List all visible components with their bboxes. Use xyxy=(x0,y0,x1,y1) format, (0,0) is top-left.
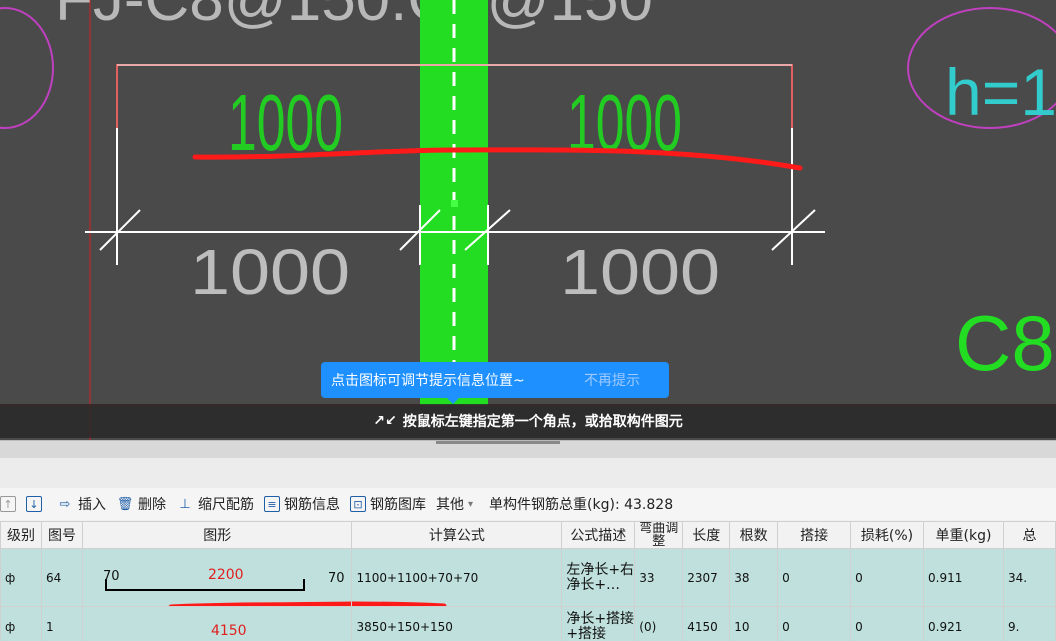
scale-label: 缩尺配筋 xyxy=(198,497,254,513)
chevron-down-icon: ▾ xyxy=(468,498,474,510)
panel-splitter[interactable] xyxy=(0,440,1056,458)
dim-tick xyxy=(771,209,816,251)
splitter-grip[interactable] xyxy=(436,441,560,444)
cell-count[interactable]: 38 xyxy=(729,548,779,607)
other-dropdown[interactable]: 其他 ▾ xyxy=(436,494,473,514)
trash-icon: 🗑 xyxy=(116,496,134,512)
col-header[interactable]: 根数 xyxy=(729,521,779,549)
cell-desc[interactable]: 净长+搭接+搭接 xyxy=(561,606,636,641)
cad-canvas[interactable]: FJ-C8@150.C8@150 h=1 C8@ 1000 1000 1000 … xyxy=(0,0,1056,440)
command-prompt: ↗↙ 按鼠标左键指定第一个角点，或拾取构件图元 xyxy=(0,404,1056,438)
table-row[interactable]: ф 1 4150 3850+150+150 净长+搭接+搭接 (0) 4150 … xyxy=(0,606,1056,641)
tip-text: 点击图标可调节提示信息位置~ xyxy=(331,373,525,389)
shape-mid-dim[interactable]: 4150 xyxy=(211,623,247,639)
rebar-library-button[interactable]: ⊡ 钢筋图库 xyxy=(350,494,426,514)
library-icon: ⊡ xyxy=(350,496,366,512)
col-header[interactable]: 公式描述 xyxy=(561,521,636,549)
prompt-text: 按鼠标左键指定第一个角点，或拾取构件图元 xyxy=(402,414,683,430)
delete-button[interactable]: 🗑 删除 xyxy=(116,494,166,514)
col-header[interactable]: 总 xyxy=(1002,521,1056,549)
dim-tick xyxy=(99,209,141,251)
cell-shape[interactable]: 4150 xyxy=(81,606,353,641)
annotation-underline xyxy=(352,601,447,606)
move-up-button[interactable]: ↑ xyxy=(0,496,20,512)
insert-icon: ⇨ xyxy=(59,496,71,512)
insert-label: 插入 xyxy=(78,497,106,513)
cell-unit-weight[interactable]: 0.921 xyxy=(923,606,1004,641)
rebar-info-button[interactable]: ≡ 钢筋信息 xyxy=(264,494,340,514)
cell-bend[interactable]: (0) xyxy=(634,606,684,641)
rebar-label-top: FJ-C8@150.C8@150 xyxy=(55,0,653,34)
cell-length[interactable]: 4150 xyxy=(682,606,731,641)
tip-bubble[interactable]: 点击图标可调节提示信息位置~ 不再提示 xyxy=(321,362,669,404)
panel-header xyxy=(0,458,1056,488)
other-label: 其他 xyxy=(436,497,464,513)
marker-ellipse-left xyxy=(0,7,54,129)
cell-count[interactable]: 10 xyxy=(729,606,779,641)
col-header[interactable]: 长度 xyxy=(682,521,731,549)
total-weight: 单构件钢筋总重(kg): 43.828 xyxy=(489,497,674,513)
cell-unit-weight[interactable]: 0.911 xyxy=(923,548,1004,607)
cell-lap[interactable]: 0 xyxy=(777,548,852,607)
cell-fig-no[interactable]: 64 xyxy=(40,548,83,607)
cell-loss[interactable]: 0 xyxy=(850,606,925,641)
col-header[interactable]: 级别 xyxy=(0,521,42,549)
snap-point xyxy=(451,200,458,207)
list-icon: ≡ xyxy=(264,496,280,512)
scale-rebar-button[interactable]: ⊥ 缩尺配筋 xyxy=(176,494,254,514)
col-header[interactable]: 弯曲调整 xyxy=(634,521,684,549)
table-row[interactable]: ф 64 70 2200 70 1100+1100+70+70 左净长+右净长+… xyxy=(0,548,1056,607)
info-label: 钢筋信息 xyxy=(284,497,340,513)
cell-total[interactable]: 34. xyxy=(1002,548,1056,607)
cell-formula[interactable]: 3850+150+150 xyxy=(351,606,563,641)
table-header-row: 级别 图号 图形 计算公式 公式描述 弯曲调整 长度 根数 搭接 损耗(%) 单… xyxy=(0,521,1056,549)
cell-bend[interactable]: 33 xyxy=(634,548,684,607)
dim-white-right: 1000 xyxy=(560,236,720,308)
ruler-icon: ⊥ xyxy=(179,496,191,512)
rebar-toolbar: ↑ ↓ ⇨ 插入 🗑 删除 ⊥ 缩尺配筋 ≡ 钢筋信息 ⊡ 钢筋图库 其他 ▾ … xyxy=(0,488,1056,520)
insert-button[interactable]: ⇨ 插入 xyxy=(56,494,106,514)
col-header[interactable]: 图形 xyxy=(81,521,353,549)
arrow-down-icon: ↓ xyxy=(26,496,42,512)
cell-grade[interactable]: ф xyxy=(0,548,42,607)
rebar-table: 级别 图号 图形 计算公式 公式描述 弯曲调整 长度 根数 搭接 损耗(%) 单… xyxy=(0,521,1056,641)
cell-formula[interactable]: 1100+1100+70+70 xyxy=(351,548,563,607)
col-header[interactable]: 单重(kg) xyxy=(923,521,1004,549)
cell-lap[interactable]: 0 xyxy=(777,606,852,641)
cell-total[interactable]: 9. xyxy=(1002,606,1056,641)
cell-loss[interactable]: 0 xyxy=(850,548,925,607)
col-header[interactable]: 搭接 xyxy=(777,521,852,549)
move-down-button[interactable]: ↓ xyxy=(26,496,46,512)
col-header[interactable]: 图号 xyxy=(40,521,83,549)
arrow-up-icon: ↑ xyxy=(0,496,16,512)
height-label: h=1 xyxy=(945,55,1056,129)
pick-corner-icon: ↗↙ xyxy=(373,413,397,429)
delete-label: 删除 xyxy=(138,497,166,513)
cell-grade[interactable]: ф xyxy=(0,606,42,641)
col-header[interactable]: 计算公式 xyxy=(351,521,563,549)
annotation-underline xyxy=(168,601,351,606)
cell-length[interactable]: 2307 xyxy=(682,548,731,607)
rebar-label-right: C8@ xyxy=(955,299,1056,387)
cell-shape[interactable]: 70 2200 70 xyxy=(81,548,353,607)
dim-white-left: 1000 xyxy=(190,236,350,308)
tip-dismiss-button[interactable]: 不再提示 xyxy=(584,370,640,390)
cell-fig-no[interactable]: 1 xyxy=(40,606,83,641)
library-label: 钢筋图库 xyxy=(370,497,426,513)
col-header[interactable]: 损耗(%) xyxy=(850,521,925,549)
cell-desc[interactable]: 左净长+右净长+… xyxy=(561,548,636,607)
